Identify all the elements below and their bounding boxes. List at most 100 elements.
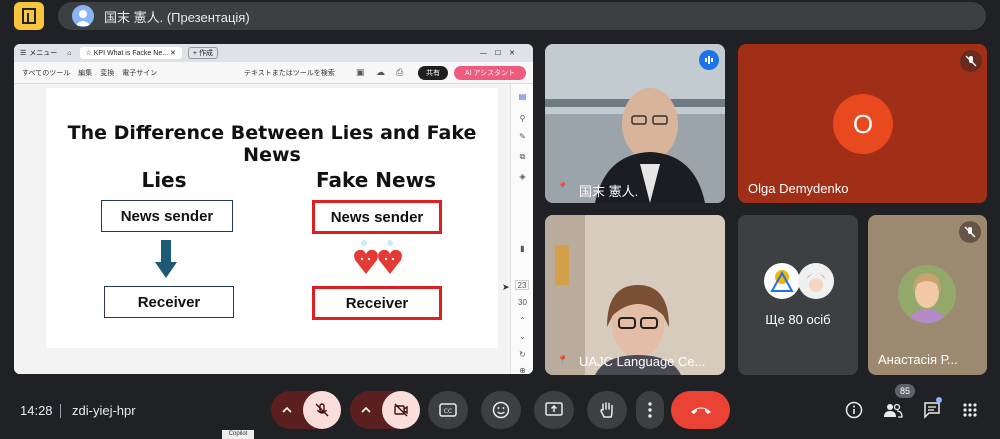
reactions-button[interactable] bbox=[481, 391, 521, 429]
fake-news-sender-box: News sender bbox=[312, 200, 442, 234]
hang-up-icon bbox=[690, 407, 711, 414]
mic-off-icon bbox=[315, 403, 329, 417]
camera-options-chevron-icon[interactable] bbox=[350, 391, 382, 429]
tool-search[interactable]: テキストまたはツールを検索 bbox=[244, 68, 335, 78]
present-button[interactable] bbox=[534, 391, 574, 429]
lies-heading: Lies bbox=[141, 168, 187, 192]
participant-name: UAJC Language Ce... bbox=[579, 354, 706, 369]
chat-button[interactable] bbox=[920, 391, 944, 429]
camera-off-button[interactable] bbox=[382, 391, 420, 429]
mic-off-button[interactable] bbox=[303, 391, 341, 429]
window-controls[interactable]: —☐✕ bbox=[480, 49, 523, 57]
presenter-banner: 国末 憲人. (Презентація) bbox=[58, 2, 986, 30]
toolbar-item-convert[interactable]: 変換 bbox=[100, 68, 114, 78]
clock: 14:28 bbox=[20, 403, 53, 418]
ai-assistant-button[interactable]: AI アシスタント bbox=[454, 66, 526, 80]
scrollbar[interactable]: ▮ bbox=[517, 244, 528, 254]
pin-icon[interactable]: 📍 bbox=[557, 182, 568, 193]
participant-tile-anastasia[interactable]: Анастасія Р... bbox=[868, 215, 987, 375]
refresh-icon[interactable]: ↻ bbox=[517, 350, 528, 360]
side-rail: ▤ ⚲ ✎ ⧉ ◈ ▮ 23 30 ⌃ ⌄ ↻ ⊕ bbox=[510, 84, 533, 374]
new-tab-button[interactable]: + 作成 bbox=[187, 47, 218, 59]
toolbar-item-esign[interactable]: 電子サイン bbox=[122, 68, 157, 78]
tab-title: KPI What is Facke Ne... bbox=[93, 50, 169, 57]
camera-off-icon bbox=[394, 403, 408, 417]
participant-tile-uajc[interactable]: 📍 UAJC Language Ce... bbox=[545, 215, 725, 375]
toolbar-item-edit[interactable]: 編集 bbox=[78, 68, 92, 78]
avatar bbox=[764, 263, 800, 299]
page-up-icon[interactable]: ⌃ bbox=[517, 316, 528, 326]
leave-call-button[interactable] bbox=[671, 391, 730, 429]
page-down-icon[interactable]: ⌄ bbox=[517, 332, 528, 342]
avatar: O bbox=[833, 94, 893, 154]
page-number-current: 23 bbox=[515, 280, 529, 290]
presenter-name: 国末 憲人. (Презентація) bbox=[104, 9, 250, 25]
activities-button[interactable] bbox=[958, 391, 982, 429]
toolbar-item-all-tools[interactable]: すべてのツール bbox=[22, 68, 70, 78]
save-icon[interactable]: ▣ bbox=[356, 67, 365, 78]
hearts-illustration-icon bbox=[354, 240, 402, 274]
comment-icon[interactable]: ▤ bbox=[517, 92, 528, 102]
uajc-video-feed bbox=[545, 215, 725, 375]
close-icon[interactable]: ✕ bbox=[170, 50, 176, 57]
camera-control-group bbox=[350, 391, 420, 429]
captions-button[interactable]: CC bbox=[428, 391, 468, 429]
speaking-indicator-icon bbox=[699, 50, 719, 70]
anastasia-photo bbox=[898, 265, 956, 323]
mic-options-chevron-icon[interactable] bbox=[271, 391, 303, 429]
presenter-video-feed bbox=[545, 44, 725, 203]
presenter-avatar bbox=[72, 5, 94, 27]
more-participants-tile[interactable]: Ще 80 осіб bbox=[738, 215, 858, 375]
slide: The Difference Between Lies and Fake New… bbox=[46, 88, 498, 348]
participant-tile-presenter[interactable]: 📍 国末 憲人. bbox=[545, 44, 725, 203]
captions-icon: CC bbox=[439, 403, 457, 417]
zoom-icon[interactable]: ⊕ bbox=[517, 366, 528, 374]
mic-off-icon bbox=[960, 50, 982, 72]
mic-control-group bbox=[271, 391, 341, 429]
unread-dot bbox=[936, 397, 942, 403]
more-options-button[interactable] bbox=[636, 391, 664, 429]
participant-name: 国末 憲人. bbox=[579, 184, 639, 199]
print-icon[interactable]: ⎙ bbox=[396, 67, 403, 78]
emoji-icon bbox=[492, 401, 510, 419]
lies-receiver-box: Receiver bbox=[104, 286, 234, 318]
pin-icon[interactable]: 📍 bbox=[557, 355, 568, 366]
edit-icon[interactable]: ✎ bbox=[517, 132, 528, 142]
meeting-info-button[interactable] bbox=[842, 391, 866, 429]
menu-label[interactable]: メニュー bbox=[29, 48, 57, 58]
share-button[interactable]: 共有 bbox=[418, 66, 448, 80]
participant-tile-olga[interactable]: O Olga Demydenko bbox=[738, 44, 987, 203]
participant-count-badge: 85 bbox=[895, 384, 915, 398]
copilot-tooltip: Copilot bbox=[222, 430, 254, 439]
shared-screen: ☰ メニュー ⌂ ☆ KPI What is Facke Ne... ✕ + 作… bbox=[14, 44, 533, 374]
people-icon bbox=[884, 403, 903, 418]
svg-text:CC: CC bbox=[444, 408, 452, 415]
avatar bbox=[798, 263, 834, 299]
avatar bbox=[898, 265, 956, 323]
copy-icon[interactable]: ⧉ bbox=[517, 152, 528, 162]
app-toolbar: すべてのツール 編集 変換 電子サイン テキストまたはツールを検索 ▣ ☁ ⎙ … bbox=[14, 62, 533, 84]
raise-hand-button[interactable] bbox=[587, 391, 627, 429]
slide-title: The Difference Between Lies and Fake New… bbox=[67, 122, 477, 166]
cursor-icon: ➤ bbox=[502, 282, 510, 292]
presentation-icon[interactable] bbox=[14, 2, 44, 30]
participant-name: Анастасія Р... bbox=[878, 352, 958, 367]
hand-icon bbox=[600, 402, 613, 418]
more-vert-icon bbox=[648, 402, 652, 418]
meeting-code: zdi-yiej-hpr bbox=[72, 403, 136, 418]
divider bbox=[60, 404, 61, 418]
fake-news-receiver-box: Receiver bbox=[312, 286, 442, 320]
home-icon[interactable]: ⌂ bbox=[67, 50, 71, 57]
menu-icon[interactable]: ☰ bbox=[20, 49, 26, 57]
fake-news-heading: Fake News bbox=[316, 168, 436, 192]
document-view: The Difference Between Lies and Fake New… bbox=[14, 84, 533, 374]
mic-off-icon bbox=[959, 221, 981, 243]
search-icon[interactable]: ⚲ bbox=[517, 114, 528, 124]
star-icon: ☆ bbox=[85, 50, 92, 57]
layers-icon[interactable]: ◈ bbox=[517, 172, 528, 182]
cloud-icon[interactable]: ☁ bbox=[376, 67, 385, 78]
browser-tab[interactable]: ☆ KPI What is Facke Ne... ✕ bbox=[79, 47, 182, 59]
apps-grid-icon bbox=[963, 403, 977, 417]
present-screen-icon bbox=[545, 402, 563, 416]
down-arrow-icon bbox=[155, 240, 177, 278]
